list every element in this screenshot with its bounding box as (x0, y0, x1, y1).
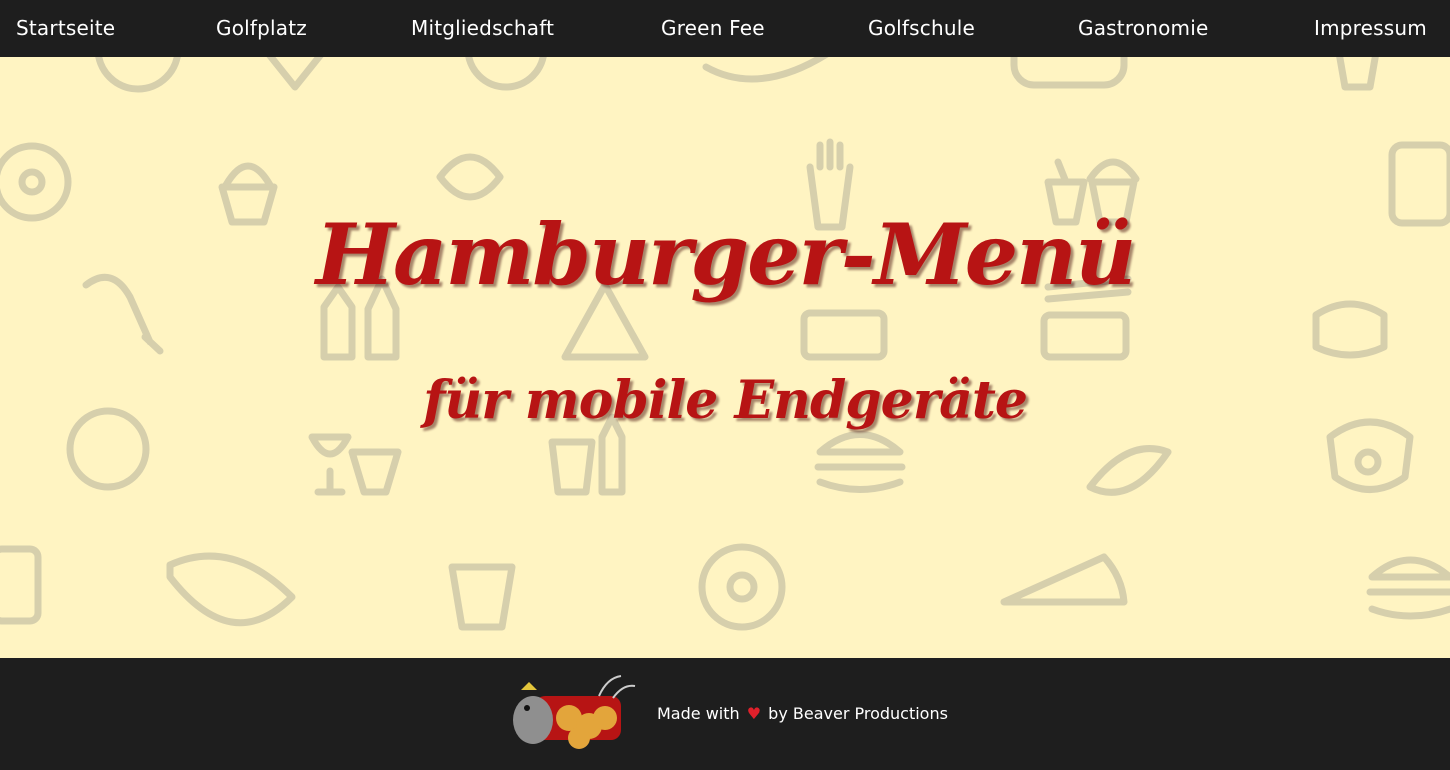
beaver-productions-logo-icon (513, 675, 636, 749)
food-pattern-background (0, 57, 1450, 631)
pizza-icon (465, 57, 547, 91)
hotdog-icon (1086, 445, 1172, 496)
nav-green-fee[interactable]: Green Fee (661, 0, 765, 57)
heart-icon: ♥ (746, 704, 762, 723)
cup-icon (1336, 57, 1379, 91)
nav-golfplatz[interactable]: Golfplatz (216, 0, 307, 57)
nav-impressum[interactable]: Impressum (1314, 0, 1427, 57)
burger-icon (1366, 556, 1450, 620)
page-subtitle: für mobile Endgeräte (423, 370, 1028, 432)
soda-cup-icon (548, 438, 596, 496)
nav-startseite[interactable]: Startseite (16, 0, 115, 57)
nav-gastronomie[interactable]: Gastronomie (1078, 0, 1209, 57)
hero-section: Hamburger-Menü für mobile Endgeräte (0, 57, 1450, 658)
donut-hole-icon (18, 168, 46, 196)
made-with-credit: Made with ♥ by Beaver Productions (657, 658, 948, 770)
sundae-icon (308, 433, 352, 496)
sushi-icon (0, 545, 42, 625)
takeaway-box-icon (800, 309, 888, 361)
burrito-icon (166, 552, 296, 627)
made-with-text: Made with (657, 704, 740, 723)
nav-golfschule[interactable]: Golfschule (868, 0, 975, 57)
pretzel-icon (436, 153, 504, 201)
noodle-box-icon (1040, 311, 1130, 361)
main-navigation: Startseite Golfplatz Mitgliedschaft Gree… (0, 0, 1450, 57)
ice-cream-cone-icon (266, 57, 324, 91)
page-title: Hamburger-Menü (315, 205, 1137, 305)
nav-mitgliedschaft[interactable]: Mitgliedschaft (411, 0, 554, 57)
footer: Made with ♥ by Beaver Productions (0, 658, 1450, 770)
ice-cream-cup-icon (348, 448, 402, 496)
sushi-icon (1312, 300, 1388, 359)
pizza-slice-icon (1000, 553, 1128, 606)
pizza-icon (95, 57, 181, 93)
donut-icon (698, 543, 786, 631)
egg-yolk-icon (1354, 448, 1382, 476)
burger-icon (1010, 57, 1128, 89)
donut-hole-icon (726, 571, 758, 603)
hotdog-icon (702, 57, 829, 83)
author-credit: by Beaver Productions (768, 704, 948, 723)
popcorn-bucket-icon (448, 563, 516, 631)
burger-icon (814, 431, 906, 493)
